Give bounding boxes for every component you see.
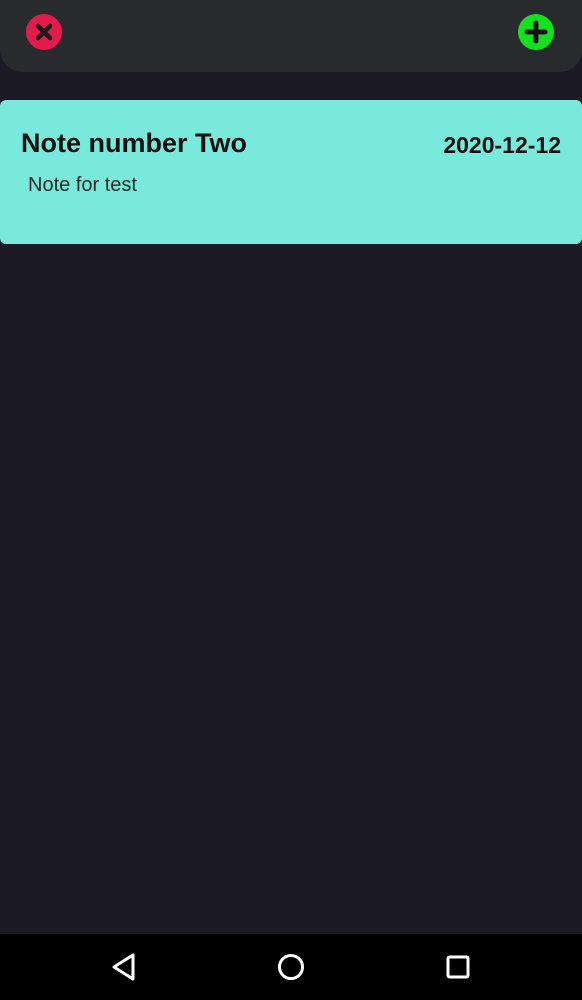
system-navigation-bar [0,934,582,1000]
recents-button[interactable] [438,948,478,986]
note-title: Note number Two [21,128,247,158]
note-date: 2020-12-12 [443,132,561,158]
close-button[interactable] [26,14,62,50]
home-circle-icon [278,954,304,980]
close-icon [26,14,62,50]
add-note-button[interactable] [518,14,554,50]
home-button[interactable] [271,948,311,986]
recents-square-icon [446,955,470,979]
note-body: Note for test [28,174,137,196]
back-triangle-icon [112,953,135,981]
back-button[interactable] [104,948,144,986]
top-toolbar [0,0,582,72]
notes-app-screen: Note number Two 2020-12-12 Note for test [0,0,582,1000]
plus-icon [518,14,554,50]
